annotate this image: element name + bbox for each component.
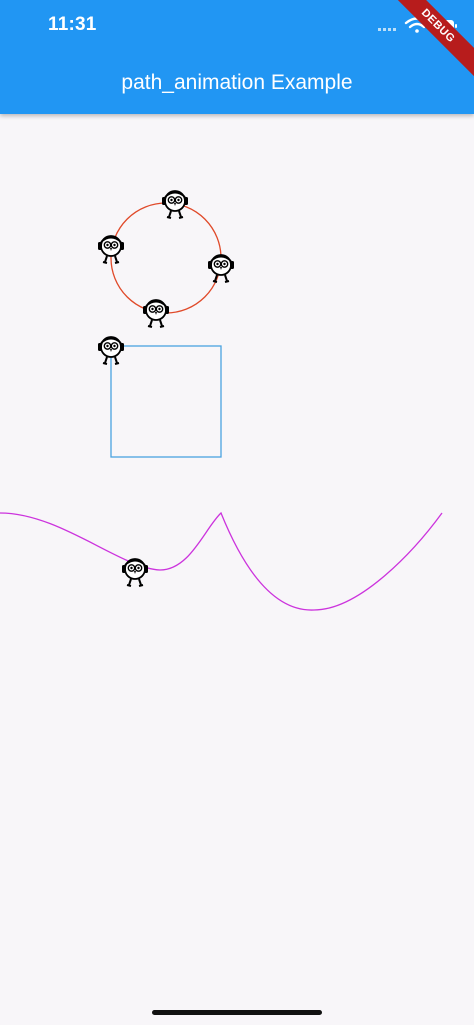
owl-with-headphones-icon	[98, 336, 124, 365]
animation-canvas	[0, 114, 474, 1025]
square-path	[110, 345, 222, 458]
app-bar: 11:31 path_animation Example DEBUG	[0, 0, 474, 114]
wave-path	[0, 511, 443, 611]
owl-with-headphones-icon	[98, 235, 124, 264]
page-title: path_animation Example	[121, 71, 353, 94]
cellular-signal-icon	[378, 28, 396, 31]
home-indicator[interactable]	[152, 1010, 322, 1015]
owl-with-headphones-icon	[208, 254, 234, 283]
owl-with-headphones-icon	[162, 190, 188, 219]
owl-with-headphones-icon	[122, 558, 148, 587]
owl-with-headphones-icon	[143, 299, 169, 328]
status-time: 11:31	[48, 14, 97, 35]
